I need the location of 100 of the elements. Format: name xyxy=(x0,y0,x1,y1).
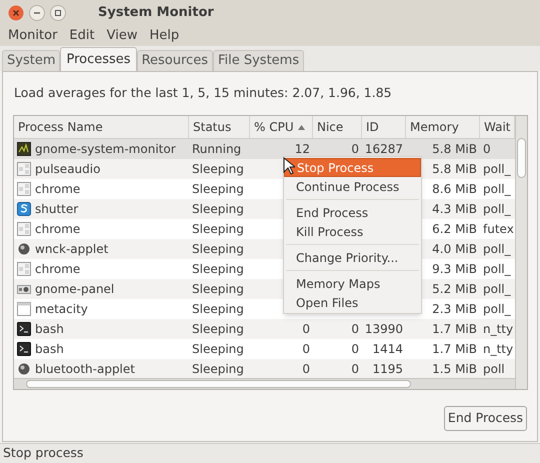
table-cell-text: 13990 xyxy=(364,321,403,338)
menu-item[interactable]: Continue Process xyxy=(284,177,421,196)
table-cell-text: shutter xyxy=(35,201,78,218)
mouse-pointer-icon xyxy=(283,157,295,175)
menu-item[interactable]: Monitor xyxy=(2,26,64,46)
table-cell-text: futex xyxy=(483,221,514,238)
column-header[interactable]: ID xyxy=(362,116,406,138)
table-cell-text: 5.2 MiB xyxy=(432,281,477,298)
table-cell-text: chrome xyxy=(35,221,80,238)
table-cell-text: 1.7 MiB xyxy=(432,341,477,358)
table-cell-text: 0 xyxy=(351,321,359,338)
orb-icon xyxy=(17,242,31,256)
scrollbar-thumb[interactable] xyxy=(26,380,411,388)
minimize-icon[interactable] xyxy=(29,5,45,21)
table-cell-text: 8.6 MiB xyxy=(432,181,477,198)
table-cell-text: Sleeping xyxy=(192,241,244,258)
table-cell-text: 0 xyxy=(302,321,310,338)
table-cell-text: bash xyxy=(35,341,64,358)
table-cell-text: 1195 xyxy=(372,361,403,378)
table-cell-text: Sleeping xyxy=(192,361,244,378)
table-cell-text: Sleeping xyxy=(192,261,244,278)
table-cell-text: 0 xyxy=(351,341,359,358)
table-cell-text: 5.8 MiB xyxy=(432,161,477,178)
column-header[interactable]: Nice xyxy=(313,116,362,138)
table-cell-text: pulseaudio xyxy=(35,161,100,178)
table-cell-text: metacity xyxy=(35,301,88,318)
chart-icon xyxy=(17,142,31,156)
table-cell-text: 0 xyxy=(302,361,310,378)
table-cell-text: chrome xyxy=(35,181,80,198)
terminal-icon xyxy=(17,342,31,356)
swirl-icon xyxy=(17,202,31,216)
maximize-icon[interactable] xyxy=(50,5,66,21)
menu-item[interactable]: End Process xyxy=(284,203,421,222)
load-averages-text: Load averages for the last 1, 5, 15 minutes: 2.07, 1.96, 1.85 xyxy=(14,84,392,102)
table-cell-text: Sleeping xyxy=(192,281,244,298)
table-cell-text: Sleeping xyxy=(192,341,244,358)
table-cell-text: poll_ xyxy=(483,281,511,298)
table-cell-text: poll_ xyxy=(483,201,511,218)
horizontal-scrollbar[interactable] xyxy=(14,378,515,389)
table-cell-text: 5.8 MiB xyxy=(432,141,477,158)
window-icon xyxy=(17,302,31,316)
menu-item[interactable]: Open Files xyxy=(284,293,421,312)
table-cell-text: chrome xyxy=(35,261,80,278)
terminal-icon xyxy=(17,322,31,336)
table-cell-text: Sleeping xyxy=(192,161,244,178)
table-cell-text: n_tty xyxy=(483,341,514,358)
table-cell-text: 9.3 MiB xyxy=(432,261,477,278)
tab[interactable]: Resources xyxy=(136,50,213,71)
column-header[interactable]: Memory xyxy=(406,116,480,138)
table-cell-text: bash xyxy=(35,321,64,338)
table-cell-text: poll_ xyxy=(483,161,511,178)
table-cell-text: Sleeping xyxy=(192,321,244,338)
tab[interactable]: File Systems xyxy=(212,50,304,71)
table-cell-text: poll xyxy=(483,361,505,378)
grid-icon xyxy=(17,262,31,276)
menu-item[interactable]: Change Priority... xyxy=(284,248,421,267)
window-title: System Monitor xyxy=(98,4,214,22)
table-cell-text: Sleeping xyxy=(192,221,244,238)
menu-item[interactable]: Kill Process xyxy=(284,222,421,241)
table-cell-text: gnome-panel xyxy=(35,281,114,298)
grid-icon xyxy=(17,182,31,196)
table-cell-text: bluetooth-applet xyxy=(35,361,135,378)
tab[interactable]: Processes xyxy=(60,47,137,71)
menu-item[interactable]: Help xyxy=(143,26,186,46)
table-cell-text: 0 xyxy=(351,141,359,158)
scrollbar-thumb[interactable] xyxy=(517,138,526,178)
table-cell-text: Running xyxy=(192,141,242,158)
table-cell-text: poll_ xyxy=(483,301,511,318)
table-cell-text: 1.5 MiB xyxy=(432,361,477,378)
table-cell-text: poll_ xyxy=(483,181,511,198)
table-cell-text: 1.7 MiB xyxy=(432,321,477,338)
table-cell-text: 0 xyxy=(351,361,359,378)
orb-icon xyxy=(17,362,31,376)
column-header[interactable]: Status xyxy=(189,116,250,138)
table-cell-text: 16287 xyxy=(364,141,403,158)
menu-item[interactable]: Edit xyxy=(63,26,101,46)
status-text: Stop process xyxy=(3,444,84,462)
table-cell-text: 4.3 MiB xyxy=(432,201,477,218)
table-cell-text: wnck-applet xyxy=(35,241,108,258)
table-cell-text: 1414 xyxy=(372,341,403,358)
column-header[interactable]: % CPU xyxy=(250,116,313,138)
table-cell-text: 2.3 MiB xyxy=(432,301,477,318)
table-cell-text: n_tty xyxy=(483,321,514,338)
table-cell-text: 6.2 MiB xyxy=(432,221,477,238)
tab[interactable]: System xyxy=(2,50,60,71)
grid-icon xyxy=(17,222,31,236)
close-icon[interactable] xyxy=(8,5,24,21)
menu-item[interactable]: Memory Maps xyxy=(284,274,421,293)
table-cell-text: Sleeping xyxy=(192,301,244,318)
table-cell-text: poll_ xyxy=(483,261,511,278)
table-cell-text: poll_ xyxy=(483,241,511,258)
table-cell-text: 0 xyxy=(302,341,310,358)
table-cell-text: gnome-system-monitor xyxy=(35,141,176,158)
menu-item[interactable]: View xyxy=(100,26,144,46)
table-cell-text: Sleeping xyxy=(192,201,244,218)
table-cell-text: 12 xyxy=(294,141,310,158)
vertical-scrollbar[interactable] xyxy=(515,116,527,389)
end-process-button[interactable]: End Process xyxy=(444,406,527,431)
panel-icon xyxy=(17,282,31,296)
column-header[interactable]: Process Name xyxy=(14,116,189,138)
